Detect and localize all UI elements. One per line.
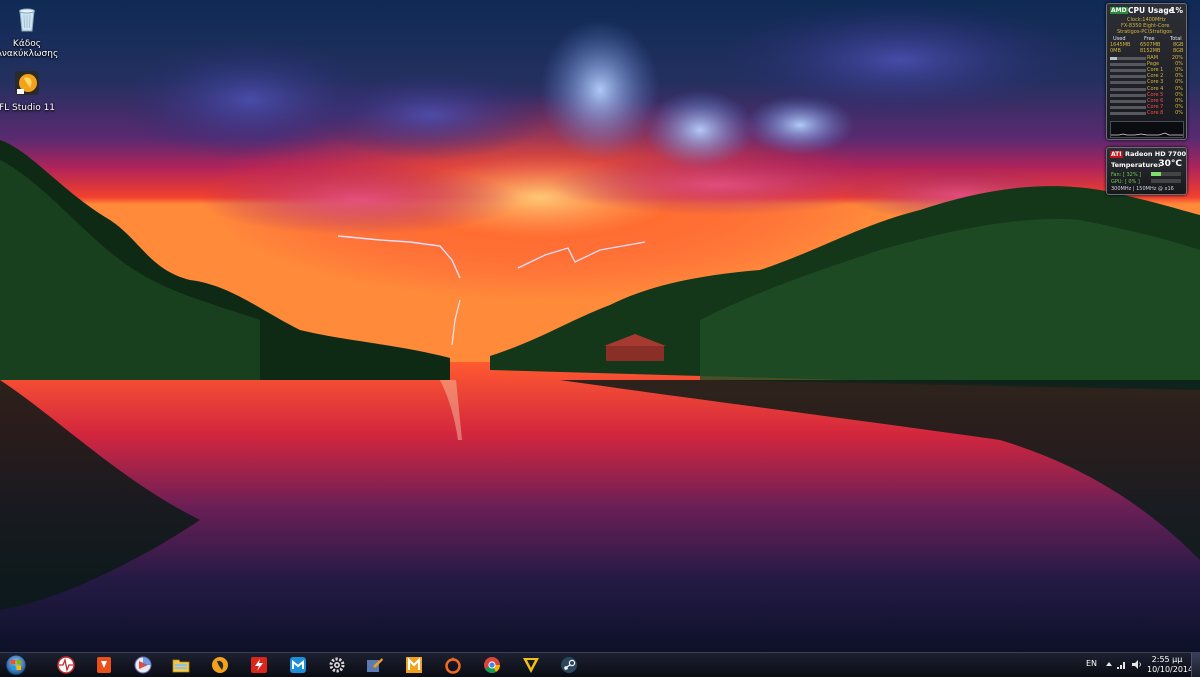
recycle-bin-icon xyxy=(19,8,35,32)
cpu-row-bar xyxy=(1110,111,1146,116)
fl-studio-taskbar-button[interactable] xyxy=(209,655,231,675)
gpu-monitor-gadget[interactable]: ATI Radeon HD 7700 Temperature: 30°C Fan… xyxy=(1106,147,1187,195)
cpu-row-bar-fill xyxy=(1110,57,1118,60)
page-total: 8GB xyxy=(1173,48,1184,54)
gpu-temperature-label: Temperature: xyxy=(1111,161,1161,169)
cpu-row-bar xyxy=(1110,87,1146,92)
tool-app-icon xyxy=(367,658,383,672)
cpu-row-bar xyxy=(1110,68,1146,73)
fl-studio-shortcut[interactable]: FL Studio 11 xyxy=(0,68,59,113)
vectorian-icon xyxy=(523,658,539,673)
steam-button[interactable] xyxy=(558,655,580,675)
origin-icon xyxy=(445,657,461,674)
cpu-row-bar xyxy=(1110,74,1146,79)
cpu-row-bar xyxy=(1110,56,1146,61)
cpu-row-bar-track xyxy=(1110,93,1146,97)
cpu-row-label: Core 4 xyxy=(1147,85,1164,92)
cpu-host: Stratigos-PC\Stratigos xyxy=(1117,29,1172,35)
gpu-load-bar xyxy=(1151,179,1181,183)
cpu-row-label: Core 3 xyxy=(1147,79,1164,86)
gpu-fan-bar-fill xyxy=(1151,172,1161,176)
document-app-icon xyxy=(97,657,111,673)
file-explorer-button[interactable] xyxy=(170,655,192,675)
media-player-button[interactable] xyxy=(132,655,154,675)
cpu-row-bar xyxy=(1110,105,1146,110)
maxthon-browser-icon xyxy=(290,657,306,673)
page-free: 8152MB xyxy=(1140,48,1161,54)
cpu-row-bar-track xyxy=(1110,111,1146,115)
cpu-history-graph xyxy=(1110,121,1184,138)
steam-icon xyxy=(561,657,577,673)
cpu-row-bar-track xyxy=(1110,81,1146,85)
cpu-row-bar-track xyxy=(1110,87,1146,91)
cpu-row-percent: 0% xyxy=(1175,79,1183,86)
cpu-row-label: Core 6 xyxy=(1147,97,1164,104)
tool-app-button[interactable] xyxy=(364,655,386,675)
gpu-clock: 300MHz | 150MHz @ x16 xyxy=(1111,186,1174,192)
cpu-row-bar-track xyxy=(1110,57,1146,60)
origin-button[interactable] xyxy=(442,655,464,675)
cpu-row-percent: 0% xyxy=(1175,97,1183,104)
vectorian-button[interactable] xyxy=(520,655,542,675)
cpu-row-bar-track xyxy=(1110,99,1146,103)
chrome-icon xyxy=(484,657,500,673)
clock-date: 10/10/2014 xyxy=(1147,665,1194,674)
cpu-row-percent: 0% xyxy=(1175,85,1183,92)
cpu-gadget-title: CPU Usage xyxy=(1128,6,1174,15)
clock-time: 2:55 μμ xyxy=(1151,655,1183,664)
language-indicator[interactable]: EN xyxy=(1086,659,1097,668)
malwarebytes-icon xyxy=(406,657,422,673)
cpu-gadget-header: AMD CPU Usage 1% xyxy=(1110,6,1183,17)
cpu-row-bar-track xyxy=(1110,63,1146,67)
network-icon[interactable] xyxy=(1117,660,1127,669)
show-desktop-button[interactable] xyxy=(1191,653,1200,677)
media-player-icon xyxy=(134,656,152,674)
cpu-row-label: Core 8 xyxy=(1147,109,1164,116)
maxthon-browser-button[interactable] xyxy=(287,655,309,675)
cpu-row-percent: 0% xyxy=(1175,91,1183,98)
ati-logo: ATI xyxy=(1110,151,1123,158)
settings-gear-icon xyxy=(329,657,345,673)
volume-icon[interactable] xyxy=(1132,660,1142,669)
cpu-usage-gadget[interactable]: AMD CPU Usage 1% Clock:1400MHz FX-8350 E… xyxy=(1106,3,1187,140)
cpu-row-bar-track xyxy=(1110,105,1146,109)
gpu-fan-bar xyxy=(1151,172,1181,176)
gpu-temperature-value: 30°C xyxy=(1158,159,1182,169)
document-app-button[interactable] xyxy=(93,655,115,675)
cpu-row-bar xyxy=(1110,62,1146,67)
cpu-row-bar xyxy=(1110,93,1146,98)
cpu-row-bar xyxy=(1110,99,1146,104)
start-orb-button[interactable] xyxy=(3,654,29,676)
cpu-row-bar xyxy=(1110,80,1146,85)
chrome-button[interactable] xyxy=(481,655,503,675)
page-used: 0MB xyxy=(1110,48,1121,54)
flash-app-icon xyxy=(251,657,267,673)
malwarebytes-button[interactable] xyxy=(403,655,425,675)
amd-logo: AMD xyxy=(1110,7,1128,14)
gpu-fan-label: Fan: [ 32% ] xyxy=(1111,172,1142,178)
system-clock[interactable]: 2:55 μμ 10/10/2014 xyxy=(1147,655,1194,675)
flash-app-button[interactable] xyxy=(248,655,270,675)
recycle-bin-shortcut[interactable]: Κάδος Ανακύκλωσης xyxy=(0,4,59,59)
cpu-row-bar-track xyxy=(1110,75,1146,79)
gpu-name: Radeon HD 7700 xyxy=(1125,150,1186,158)
taskbar: EN 2:55 μμ 10/10/2014 xyxy=(0,652,1200,677)
fl-studio-taskbar-icon xyxy=(212,657,228,673)
cpu-total-percent: 1% xyxy=(1170,6,1183,15)
recycle-bin-label: Κάδος Ανακύκλωσης xyxy=(0,39,59,59)
monitor-app-button[interactable] xyxy=(55,655,77,675)
cpu-row-percent: 0% xyxy=(1175,109,1183,116)
gpu-load-label: GPU: [ 0% ] xyxy=(1111,179,1140,185)
show-hidden-icons-icon[interactable] xyxy=(1105,660,1113,668)
fl-studio-icon xyxy=(15,71,39,95)
file-explorer-icon xyxy=(172,659,190,673)
desktop-wallpaper xyxy=(0,0,1200,652)
fl-studio-label: FL Studio 11 xyxy=(0,103,56,113)
monitor-app-icon xyxy=(57,656,75,674)
cpu-row-bar-track xyxy=(1110,69,1146,73)
cpu-row-label: Core 5 xyxy=(1147,91,1164,98)
settings-button[interactable] xyxy=(326,655,348,675)
